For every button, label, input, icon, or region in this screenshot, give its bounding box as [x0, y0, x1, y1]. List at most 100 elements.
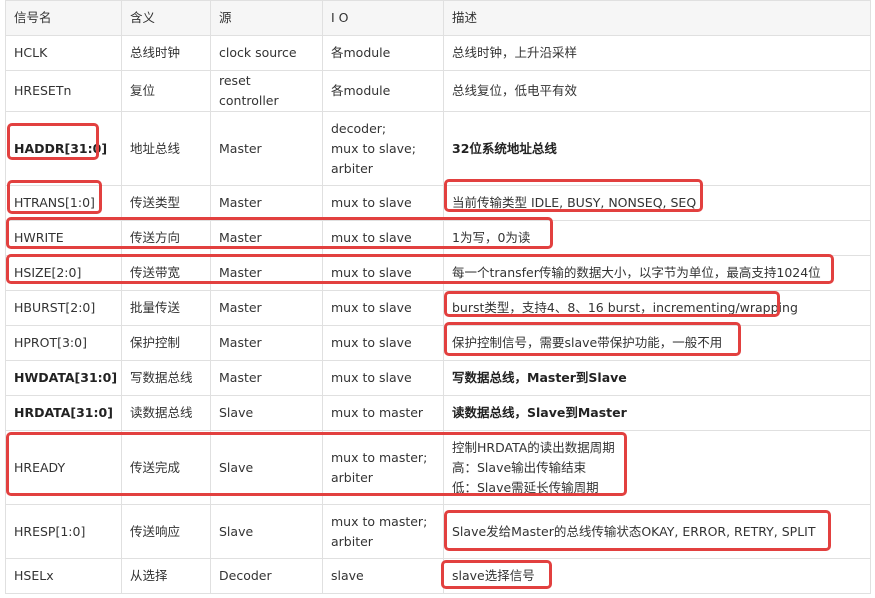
description-cell: 控制HRDATA的读出数据周期 高：Slave输出传输结束 低：Slave需延长传输… — [443, 430, 871, 505]
signal-name-cell: HSIZE[2:0] — [5, 255, 122, 291]
description-line: burst类型，支持4、8、16 burst，incrementing/wrap… — [452, 300, 798, 315]
ahb-signal-table: 信号名 含义 源 I O 描述 HCLK 总线时钟 clock source 各mod… — [5, 0, 871, 594]
source-cell: Decoder — [210, 558, 323, 594]
source-cell: Master — [210, 220, 323, 256]
description-line: slave选择信号 — [452, 568, 535, 583]
description-cell: 写数据总线，Master到Slave — [443, 360, 871, 396]
description-cell: 保护控制信号，需要slave带保护功能，一般不用 — [443, 325, 871, 361]
signal-name-cell: HREADY — [5, 430, 122, 505]
io-line: mux to slave — [331, 230, 412, 245]
io-cell: mux to master; arbiter — [322, 430, 444, 505]
signal-name-cell: HCLK — [5, 35, 122, 71]
meaning-cell: 传送类型 — [121, 185, 211, 221]
signal-name-cell: HSELx — [5, 558, 122, 594]
io-line: mux to master; — [331, 449, 428, 465]
io-cell: slave — [322, 558, 444, 594]
source-cell: Master — [210, 360, 323, 396]
signal-name-cell: HRESETn — [5, 70, 122, 112]
io-cell: mux to master — [322, 395, 444, 431]
description-line: 总线时钟，上升沿采样 — [452, 45, 578, 60]
description-cell: slave选择信号 — [443, 558, 871, 594]
meaning-cell: 写数据总线 — [121, 360, 211, 396]
description-line: 1为写，0为读 — [452, 230, 531, 245]
meaning-cell: 传送完成 — [121, 430, 211, 505]
io-line: slave — [331, 568, 364, 583]
meaning-cell: 从选择 — [121, 558, 211, 594]
source-cell: Slave — [210, 504, 323, 559]
header-io: I O — [322, 0, 444, 36]
table-row: HTRANS[1:0] 传送类型 Master mux to slave 当前传输类型 … — [5, 185, 871, 221]
io-line: mux to slave — [331, 265, 412, 280]
header-source: 源 — [210, 0, 323, 36]
description-cell: 总线复位，低电平有效 — [443, 70, 871, 112]
table-header-row: 信号名 含义 源 I O 描述 — [5, 0, 871, 36]
io-line: 各module — [331, 45, 391, 60]
description-line: 控制HRDATA的读出数据周期 — [452, 439, 615, 455]
meaning-cell: 总线时钟 — [121, 35, 211, 71]
description-cell: Slave发给Master的总线传输状态OKAY, ERROR, RETRY, … — [443, 504, 871, 559]
meaning-cell: 传送带宽 — [121, 255, 211, 291]
header-meaning: 含义 — [121, 0, 211, 36]
description-cell: 1为写，0为读 — [443, 220, 871, 256]
signal-name-cell: HPROT[3:0] — [5, 325, 122, 361]
signal-name-cell: HBURST[2:0] — [5, 290, 122, 326]
description-line: Slave发给Master的总线传输状态OKAY, ERROR, RETRY, … — [452, 523, 816, 539]
io-line: mux to slave — [331, 335, 412, 350]
io-cell: mux to slave — [322, 290, 444, 326]
meaning-cell: 读数据总线 — [121, 395, 211, 431]
description-line: 每一个transfer传输的数据大小，以字节为单位，最高支持1024位 — [452, 265, 821, 280]
io-cell: 各module — [322, 35, 444, 71]
io-line: mux to slave — [331, 370, 412, 385]
table-row: HRDATA[31:0] 读数据总线 Slave mux to master 读数据总线… — [5, 395, 871, 431]
table-row: HBURST[2:0] 批量传送 Master mux to slave burst类型… — [5, 290, 871, 326]
io-cell: mux to slave — [322, 360, 444, 396]
description-cell: 当前传输类型 IDLE, BUSY, NONSEQ, SEQ — [443, 185, 871, 221]
meaning-cell: 批量传送 — [121, 290, 211, 326]
signal-name-cell: HADDR[31:0] — [5, 111, 122, 186]
table-row: HCLK 总线时钟 clock source 各module 总线时钟，上升沿采样 — [5, 35, 871, 71]
table-row: HWRITE 传送方向 Master mux to slave 1为写，0为读 — [5, 220, 871, 256]
description-line: 当前传输类型 IDLE, BUSY, NONSEQ, SEQ — [452, 195, 697, 210]
description-line: 写数据总线，Master到Slave — [452, 370, 627, 385]
io-line: mux to slave — [331, 300, 412, 315]
io-cell: 各module — [322, 70, 444, 112]
table-row: HRESETn 复位 reset controller 各module 总线复位，低电平… — [5, 70, 871, 112]
meaning-cell: 传送方向 — [121, 220, 211, 256]
source-cell: Slave — [210, 395, 323, 431]
description-line: 低：Slave需延长传输周期 — [452, 479, 599, 495]
description-cell: burst类型，支持4、8、16 burst，incrementing/wrap… — [443, 290, 871, 326]
table-row: HADDR[31:0] 地址总线 Master decoder; mux to slav… — [5, 111, 871, 186]
description-line: 总线复位，低电平有效 — [452, 83, 578, 98]
meaning-cell: 地址总线 — [121, 111, 211, 186]
description-cell: 读数据总线，Slave到Master — [443, 395, 871, 431]
signal-name-cell: HWRITE — [5, 220, 122, 256]
header-signal-name: 信号名 — [5, 0, 122, 36]
io-cell: decoder; mux to slave; arbiter — [322, 111, 444, 186]
description-line: 读数据总线，Slave到Master — [452, 405, 627, 420]
description-cell: 每一个transfer传输的数据大小，以字节为单位，最高支持1024位 — [443, 255, 871, 291]
meaning-cell: 复位 — [121, 70, 211, 112]
description-cell: 总线时钟，上升沿采样 — [443, 35, 871, 71]
io-line: arbiter — [331, 160, 373, 176]
io-line: 各module — [331, 83, 391, 98]
io-line: decoder; — [331, 120, 387, 136]
signal-name-cell: HTRANS[1:0] — [5, 185, 122, 221]
signal-table-container: 信号名 含义 源 I O 描述 HCLK 总线时钟 clock source 各mod… — [5, 0, 871, 594]
source-cell: Master — [210, 185, 323, 221]
source-cell: Master — [210, 325, 323, 361]
io-line: arbiter — [331, 469, 373, 485]
header-description: 描述 — [443, 0, 871, 36]
signal-name-cell: HRDATA[31:0] — [5, 395, 122, 431]
io-line: mux to slave — [331, 195, 412, 210]
io-cell: mux to slave — [322, 255, 444, 291]
description-line: 高：Slave输出传输结束 — [452, 459, 587, 475]
source-cell: Slave — [210, 430, 323, 505]
meaning-cell: 保护控制 — [121, 325, 211, 361]
io-cell: mux to slave — [322, 325, 444, 361]
table-row: HSIZE[2:0] 传送带宽 Master mux to slave 每一个trans… — [5, 255, 871, 291]
source-cell: Master — [210, 290, 323, 326]
table-row: HWDATA[31:0] 写数据总线 Master mux to slave 写数据总线… — [5, 360, 871, 396]
source-cell: Master — [210, 255, 323, 291]
io-line: mux to master; — [331, 513, 428, 529]
io-cell: mux to master; arbiter — [322, 504, 444, 559]
